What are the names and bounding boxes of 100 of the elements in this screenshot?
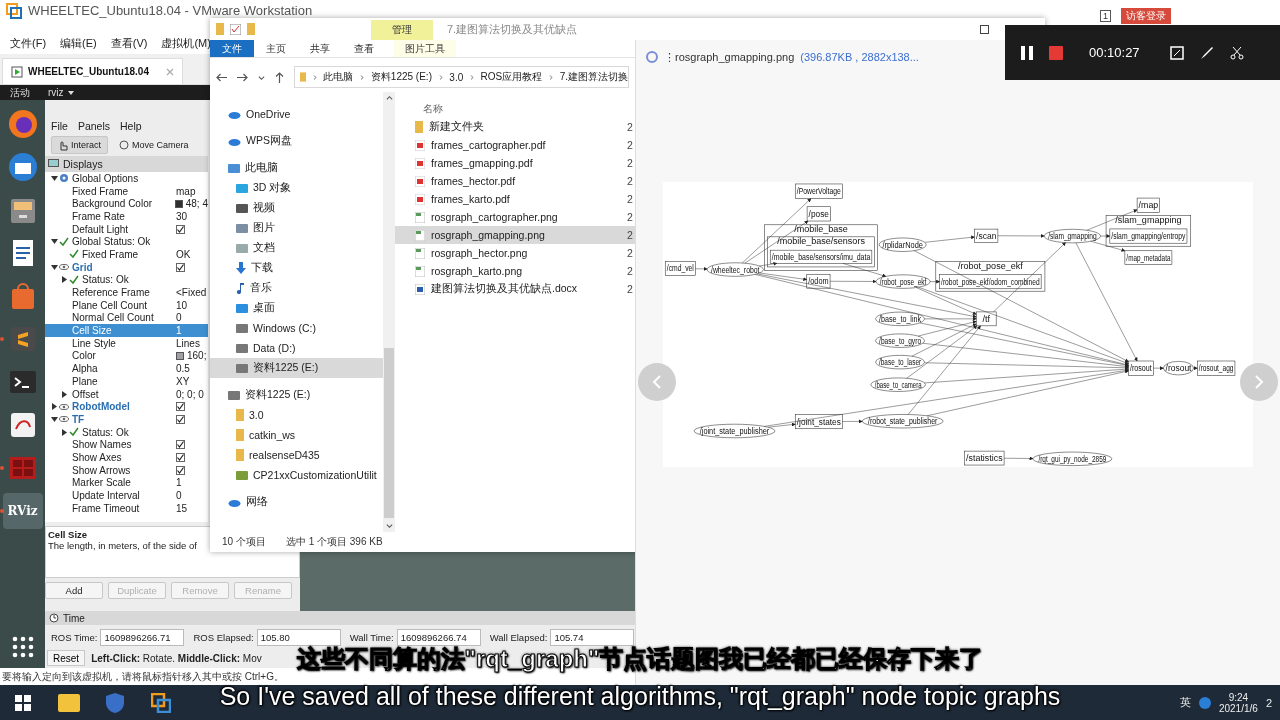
- ribbon-tab[interactable]: 图片工具: [394, 40, 456, 57]
- tree-row[interactable]: Update Interval 0: [45, 489, 208, 502]
- clock[interactable]: 9:24 2021/1/6: [1218, 691, 1258, 714]
- tree-row[interactable]: Line Style Lines: [45, 336, 208, 350]
- nav-item[interactable]: 此电脑: [210, 158, 383, 178]
- window-icon[interactable]: [1169, 45, 1184, 60]
- menu-item[interactable]: Help: [120, 120, 142, 132]
- file-row[interactable]: rosgraph_cartographer.png 2: [395, 208, 635, 226]
- tree-row[interactable]: Marker Scale 1: [45, 476, 208, 490]
- tree-row[interactable]: Status: Ok: [45, 425, 208, 439]
- tree-row[interactable]: Fixed Frame OK: [45, 248, 208, 261]
- nav-item[interactable]: Data (D:): [210, 338, 383, 358]
- time-field[interactable]: 105.80: [256, 629, 341, 646]
- tree-row[interactable]: Reference Frame <Fixed: [45, 286, 208, 299]
- menu-item[interactable]: Panels: [77, 120, 111, 132]
- file-row[interactable]: frames_cartographer.pdf 2: [395, 136, 635, 154]
- chevron-down-icon[interactable]: [385, 522, 393, 529]
- nav-item[interactable]: 音乐: [210, 278, 383, 298]
- file-row[interactable]: 新建文件夹 2: [395, 118, 635, 136]
- manage-tab[interactable]: 管理: [371, 20, 433, 40]
- menu-item[interactable]: 文件(F): [10, 35, 47, 51]
- app-menu[interactable]: rviz: [48, 87, 74, 98]
- brush-icon[interactable]: [1199, 45, 1214, 60]
- file-row[interactable]: rosgraph_hector.png 2: [395, 244, 635, 262]
- tree-row[interactable]: RobotModel: [45, 400, 208, 414]
- ribbon-tab[interactable]: 文件: [210, 40, 254, 57]
- checkbox[interactable]: [176, 440, 185, 450]
- path-segment[interactable]: ROS应用教程: [480, 70, 543, 84]
- tree-row[interactable]: Global Status: Ok: [45, 235, 208, 249]
- tool-button[interactable]: Interact: [51, 136, 108, 154]
- nav-item[interactable]: catkin_ws: [210, 425, 383, 445]
- checkbox[interactable]: [176, 452, 185, 462]
- path-segment[interactable]: 此电脑: [323, 70, 354, 84]
- dock-item[interactable]: RViz: [2, 493, 43, 529]
- nav-item[interactable]: 3.0: [210, 405, 383, 425]
- nav-item[interactable]: WPS网盘: [210, 131, 383, 151]
- activities-label[interactable]: 活动: [10, 85, 30, 100]
- tree-row[interactable]: Alpha 0.5: [45, 362, 208, 375]
- expand-arrow-icon[interactable]: [60, 428, 68, 436]
- file-row[interactable]: 建图算法切换及其优缺点.docx 2: [395, 280, 635, 298]
- tree-row[interactable]: Show Names: [45, 438, 208, 452]
- stop-icon[interactable]: [1049, 45, 1063, 60]
- file-row[interactable]: frames_gmapping.pdf 2: [395, 154, 635, 172]
- tree-row[interactable]: Offset 0; 0; 0: [45, 387, 208, 401]
- message-badge[interactable]: 1: [1100, 10, 1111, 22]
- scissors-icon[interactable]: [1229, 45, 1244, 60]
- tree-row[interactable]: Global Options: [45, 172, 208, 185]
- forward-arrow-icon[interactable]: [237, 72, 248, 82]
- nav-item[interactable]: 资料1225 (E:): [210, 385, 383, 405]
- scrollbar[interactable]: [383, 92, 395, 532]
- file-info-link[interactable]: (396.87KB , 2882x138...: [800, 51, 919, 63]
- tree-row[interactable]: Fixed Frame map: [45, 184, 208, 198]
- tree-row[interactable]: Grid: [45, 260, 208, 274]
- panel-button[interactable]: Add: [45, 582, 103, 599]
- vm-tab[interactable]: WHEELTEC_Ubuntu18.04: [2, 58, 183, 84]
- nav-item[interactable]: CP21xxCustomizationUtilit: [210, 465, 383, 485]
- nav-item[interactable]: 图片: [210, 218, 383, 238]
- pause-icon[interactable]: [1021, 45, 1033, 60]
- nav-item[interactable]: realsenseD435: [210, 445, 383, 465]
- collapse-arrow-icon[interactable]: [50, 174, 58, 182]
- path-segment[interactable]: 3.0: [449, 71, 464, 83]
- expand-arrow-icon[interactable]: [60, 276, 68, 284]
- path-segment[interactable]: 7.建图算法切换: [559, 70, 628, 84]
- expand-arrow-icon[interactable]: [50, 403, 58, 411]
- nav-item[interactable]: 桌面: [210, 298, 383, 318]
- collapse-arrow-icon[interactable]: [50, 263, 58, 271]
- checkbox[interactable]: [176, 262, 185, 272]
- nav-item[interactable]: 下载: [210, 258, 383, 278]
- chevron-up-icon[interactable]: [385, 95, 393, 102]
- tree-row[interactable]: Show Arrows: [45, 463, 208, 477]
- file-row[interactable]: frames_karto.pdf 2: [395, 190, 635, 208]
- file-row[interactable]: frames_hector.pdf 2: [395, 172, 635, 190]
- tree-row[interactable]: Color 160;: [45, 349, 208, 363]
- time-field[interactable]: 1609896266.71: [100, 629, 185, 646]
- path-segment[interactable]: 资料1225 (E:): [370, 70, 432, 84]
- address-bar[interactable]: 此电脑 资料1225 (E:) 3.0 ROS应用教程 7.建图算法切换: [294, 66, 629, 88]
- notification-count[interactable]: 2: [1265, 696, 1272, 709]
- tree-row[interactable]: Frame Rate 30: [45, 210, 208, 223]
- tree-row[interactable]: Plane Cell Count 10: [45, 298, 208, 312]
- checkbox[interactable]: [176, 465, 185, 475]
- checkbox[interactable]: [176, 414, 185, 424]
- up-arrow-icon[interactable]: [275, 71, 284, 83]
- file-row[interactable]: rosgraph_karto.png 2: [395, 262, 635, 280]
- tree-row[interactable]: Frame Timeout 15: [45, 501, 208, 515]
- tree-row[interactable]: Status: Ok: [45, 273, 208, 287]
- time-field[interactable]: 1609896266.74: [396, 629, 481, 646]
- nav-item[interactable]: 文档: [210, 238, 383, 258]
- expand-arrow-icon[interactable]: [60, 390, 68, 398]
- column-header[interactable]: 名称: [423, 102, 443, 116]
- nav-item[interactable]: 网络: [210, 492, 383, 512]
- tree-row[interactable]: Background Color 48; 4: [45, 197, 208, 211]
- reset-button[interactable]: Reset: [47, 650, 86, 666]
- tree-row[interactable]: Normal Cell Count 0: [45, 311, 208, 325]
- tool-button[interactable]: Move Camera: [112, 136, 196, 154]
- collapse-arrow-icon[interactable]: [50, 238, 58, 246]
- menu-item[interactable]: 虚拟机(M): [161, 35, 211, 51]
- nav-item[interactable]: 3D 对象: [210, 178, 383, 198]
- checkbox[interactable]: [176, 402, 185, 412]
- back-arrow-icon[interactable]: [216, 72, 227, 82]
- file-row[interactable]: rosgraph_gmapping.png 2: [395, 226, 635, 244]
